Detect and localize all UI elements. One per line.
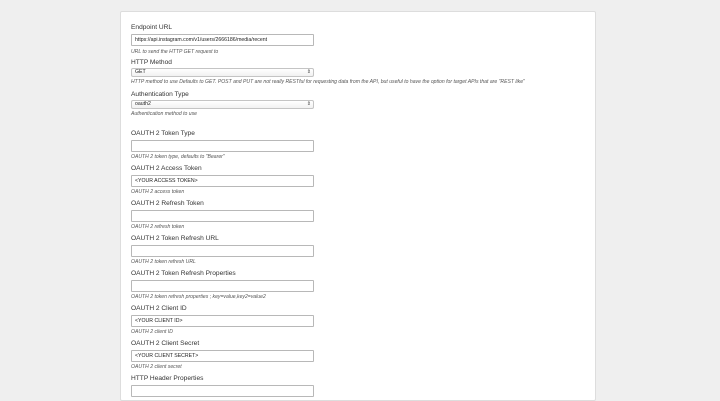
oauth2-refresh-token-help: OAUTH 2 refresh token [131,224,185,230]
oauth2-client-id-input[interactable]: <YOUR CLIENT ID> [131,315,314,327]
http-method-help: HTTP method to use Defaults to GET. POST… [131,79,525,85]
up-down-chevron-icon: ⇕ [306,101,311,107]
oauth2-token-refresh-url-label: OAUTH 2 Token Refresh URL [131,235,219,242]
settings-form-panel: Endpoint URL https://api.instagram.com/v… [120,11,596,401]
up-down-chevron-icon: ⇕ [306,69,311,75]
oauth2-token-type-input[interactable] [131,140,314,152]
http-method-select[interactable]: GET ⇕ [131,68,314,77]
oauth2-token-refresh-properties-help: OAUTH 2 token refresh properties ; key=v… [131,294,266,300]
endpoint-url-label: Endpoint URL [131,24,173,31]
http-method-selected-value: GET [135,69,146,75]
oauth2-token-type-help: OAUTH 2 token type, defaults to "Bearer" [131,154,225,160]
oauth2-access-token-label: OAUTH 2 Access Token [131,165,202,172]
oauth2-client-secret-help: OAUTH 2 client secret [131,364,182,370]
oauth2-access-token-input[interactable]: <YOUR ACCESS TOKEN> [131,175,314,187]
http-header-properties-input[interactable] [131,385,314,397]
authentication-type-label: Authentication Type [131,91,189,98]
endpoint-url-input[interactable]: https://api.instagram.com/v1/users/26661… [131,34,314,46]
oauth2-client-id-label: OAUTH 2 Client ID [131,305,187,312]
oauth2-access-token-help: OAUTH 2 access token [131,189,185,195]
oauth2-refresh-token-label: OAUTH 2 Refresh Token [131,200,204,207]
http-header-properties-label: HTTP Header Properties [131,375,204,382]
authentication-type-select[interactable]: oauth2 ⇕ [131,100,314,109]
oauth2-token-refresh-properties-label: OAUTH 2 Token Refresh Properties [131,270,236,277]
oauth2-client-secret-input[interactable]: <YOUR CLIENT SECRET> [131,350,314,362]
oauth2-client-id-help: OAUTH 2 client ID [131,329,173,335]
oauth2-refresh-token-input[interactable] [131,210,314,222]
authentication-type-selected-value: oauth2 [135,101,151,107]
authentication-type-help: Authentication method to use [131,111,197,117]
oauth2-client-secret-label: OAUTH 2 Client Secret [131,340,200,347]
oauth2-token-refresh-properties-input[interactable] [131,280,314,292]
oauth2-token-refresh-url-help: OAUTH 2 token refresh URL [131,259,196,265]
oauth2-token-refresh-url-input[interactable] [131,245,314,257]
oauth2-token-type-label: OAUTH 2 Token Type [131,130,195,137]
endpoint-url-help: URL to send the HTTP GET request to [131,49,219,55]
http-method-label: HTTP Method [131,59,172,66]
